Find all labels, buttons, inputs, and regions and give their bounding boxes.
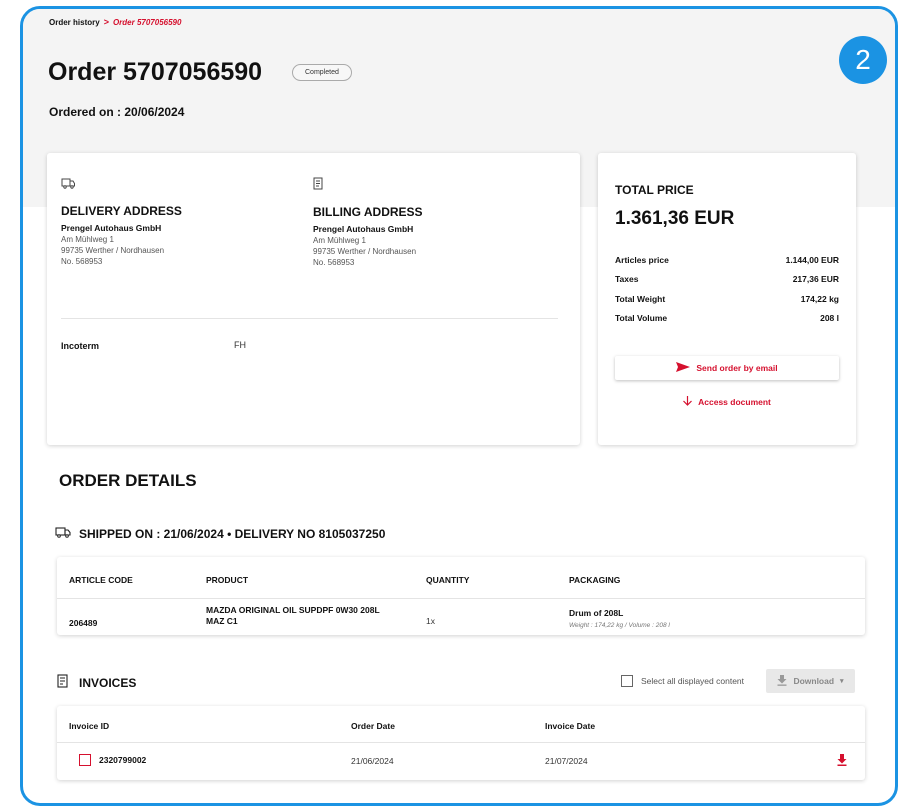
invoices-heading: INVOICES [79, 675, 137, 690]
page-title: Order 5707056590 [48, 58, 263, 86]
step-badge: 2 [839, 36, 887, 84]
delivery-company: Prengel Autohaus GmbH [61, 223, 162, 233]
price-row-label: Articles price [615, 255, 669, 265]
delivery-street: Am Mühlweg 1 [61, 235, 114, 244]
row-divider [57, 598, 865, 599]
breadcrumb-order-history[interactable]: Order history [49, 18, 100, 27]
delivery-address: DELIVERY ADDRESS Prengel Autohaus GmbH A… [61, 177, 182, 267]
ordered-date: Ordered on : 20/06/2024 [49, 105, 185, 119]
billing-address-heading: BILLING ADDRESS [313, 205, 423, 219]
billing-city: 99735 Werther / Nordhausen [313, 247, 417, 256]
delivery-truck-icon [61, 177, 75, 191]
article-code: 206489 [69, 618, 98, 628]
select-all-control[interactable]: Select all displayed content [621, 675, 744, 687]
price-row-value: 174,22 kg [800, 294, 839, 304]
row-divider [57, 742, 865, 743]
price-row: Taxes 217,36 EUR [615, 274, 839, 284]
quantity: 1x [426, 616, 435, 626]
invoice-icon [57, 674, 69, 691]
invoice-date: 21/07/2024 [545, 756, 588, 766]
invoice-id: 2320799002 [99, 755, 147, 765]
product-line: MAZDA ORIGINAL OIL SUPDPF 0W30 208L [206, 605, 380, 615]
order-details-heading: ORDER DETAILS [59, 471, 197, 490]
incoterm-label: Incoterm [61, 341, 100, 351]
breadcrumb: Order history > Order 5707056590 [49, 17, 181, 27]
send-order-email-label: Send order by email [696, 363, 778, 373]
total-price-value: 1.361,36 EUR [615, 208, 735, 229]
shipped-text: SHIPPED ON : 21/06/2024 • DELIVERY NO 81… [79, 526, 386, 541]
product-line: MAZ C1 [206, 616, 238, 626]
column-header: Invoice ID [69, 721, 110, 731]
select-all-checkbox[interactable] [621, 675, 633, 687]
packaging-detail: Weight : 174,22 kg / Volume : 208 l [569, 622, 670, 629]
arrow-down-icon [683, 396, 693, 408]
document-icon [313, 177, 324, 192]
table-row: 2320799002 [79, 754, 146, 766]
price-row-value: 217,36 EUR [792, 274, 839, 284]
invoices-header: INVOICES [57, 674, 136, 691]
shipped-header: SHIPPED ON : 21/06/2024 • DELIVERY NO 81… [55, 526, 385, 541]
invoice-order-date: 21/06/2024 [351, 756, 394, 766]
access-document-link[interactable]: Access document [615, 394, 839, 410]
billing-company: Prengel Autohaus GmbH [313, 224, 414, 234]
order-items-table: ARTICLE CODE PRODUCT QUANTITY PACKAGING … [57, 557, 865, 635]
billing-address: BILLING ADDRESS Prengel Autohaus GmbH Am… [313, 177, 423, 268]
divider [61, 318, 558, 319]
download-icon [777, 674, 787, 688]
access-document-label: Access document [698, 397, 771, 407]
packaging: Drum of 208L [569, 608, 624, 618]
invoices-table: Invoice ID Order Date Invoice Date 23207… [57, 706, 865, 780]
column-header: Invoice Date [545, 721, 596, 731]
incoterm-value: FH [234, 340, 246, 350]
price-row-label: Taxes [615, 274, 639, 284]
price-row-value: 1.144,00 EUR [785, 255, 839, 265]
price-row: Articles price 1.144,00 EUR [615, 255, 839, 265]
chevron-right-icon: > [103, 17, 109, 27]
send-order-email-button[interactable]: Send order by email [615, 356, 839, 380]
total-price-heading: TOTAL PRICE [615, 183, 694, 197]
invoice-checkbox[interactable] [79, 754, 91, 766]
screenshot-frame: Order history > Order 5707056590 2 Order… [20, 6, 898, 806]
price-row-label: Total Weight [615, 294, 666, 304]
column-header: PRODUCT [206, 575, 249, 585]
delivery-address-heading: DELIVERY ADDRESS [61, 204, 182, 218]
column-header: Order Date [351, 721, 395, 731]
shipping-truck-icon [55, 526, 71, 541]
price-row-label: Total Volume [615, 313, 668, 323]
column-header: QUANTITY [426, 575, 470, 585]
billing-street: Am Mühlweg 1 [313, 236, 366, 245]
breadcrumb-current: Order 5707056590 [112, 17, 182, 27]
caret-down-icon: ▾ [840, 678, 844, 685]
status-badge: Completed [292, 64, 352, 81]
send-icon [676, 362, 691, 374]
billing-number: No. 568953 [313, 258, 355, 267]
download-label: Download [793, 676, 835, 686]
product-name: MAZDA ORIGINAL OIL SUPDPF 0W30 208L MAZ … [206, 605, 380, 627]
price-row-value: 208 l [820, 313, 839, 323]
column-header: PACKAGING [569, 575, 621, 585]
price-row: Total Volume 208 l [615, 313, 839, 323]
select-all-label: Select all displayed content [641, 676, 745, 686]
price-card: TOTAL PRICE 1.361,36 EUR Articles price … [598, 153, 856, 445]
delivery-number: No. 568953 [61, 257, 103, 266]
price-row: Total Weight 174,22 kg [615, 294, 839, 304]
download-button[interactable]: Download ▾ [766, 669, 855, 693]
invoice-download-icon[interactable] [837, 753, 847, 771]
address-card: DELIVERY ADDRESS Prengel Autohaus GmbH A… [47, 153, 580, 445]
column-header: ARTICLE CODE [69, 575, 133, 585]
delivery-city: 99735 Werther / Nordhausen [61, 246, 165, 255]
